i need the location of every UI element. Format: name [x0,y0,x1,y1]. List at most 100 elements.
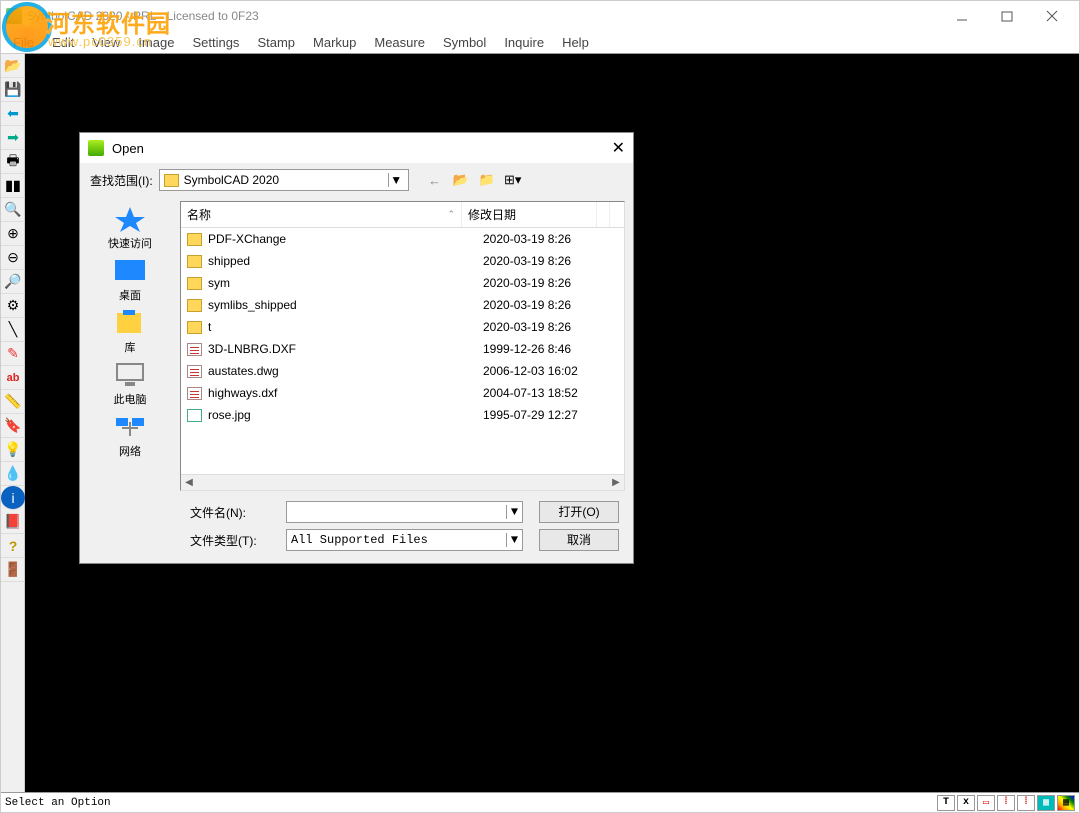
file-row[interactable]: rose.jpg1995-07-29 12:27 [181,404,624,426]
tool-exit-icon[interactable]: 🚪 [1,558,25,582]
menu-symbol[interactable]: Symbol [435,33,494,52]
file-row[interactable]: shipped2020-03-19 8:26 [181,250,624,272]
menu-settings[interactable]: Settings [184,33,247,52]
tool-zoom-fit-icon[interactable]: 🔍 [1,198,25,222]
tool-magnify-icon[interactable]: 🔎 [1,270,25,294]
tool-blackbox-icon[interactable]: ▮▮ [1,174,25,198]
dialog-icon [88,140,104,156]
document-icon [187,343,202,356]
filename-input[interactable]: ▼ [286,501,523,523]
chevron-down-icon: ▼ [388,173,404,187]
tool-save-icon[interactable]: 💾 [1,78,25,102]
status-color-icon[interactable]: ▦ [1057,795,1075,811]
tool-drop-icon[interactable]: 💧 [1,462,25,486]
cancel-button[interactable]: 取消 [539,529,619,551]
file-name: sym [181,276,477,290]
window-title: SymbolCAD 2020 - PRL - Licensed to 0F23 [27,9,939,23]
main-window: SymbolCAD 2020 - PRL - Licensed to 0F23 … [0,0,1080,813]
file-date: 2020-03-19 8:26 [477,298,612,312]
menu-inquire[interactable]: Inquire [496,33,552,52]
filetype-label: 文件类型(T): [190,532,270,549]
column-date[interactable]: 修改日期 [462,202,597,227]
drawing-canvas[interactable]: Open ✕ 查找范围(I): SymbolCAD 2020 ▼ ← 📂 📁 ⊞… [25,53,1079,792]
file-row[interactable]: highways.dxf2004-07-13 18:52 [181,382,624,404]
column-name[interactable]: 名称⌃ [181,202,462,227]
app-icon [6,8,22,24]
file-row[interactable]: t2020-03-19 8:26 [181,316,624,338]
scroll-right-icon[interactable]: ▶ [608,477,624,488]
status-text-icon[interactable]: T [937,795,955,811]
filetype-dropdown[interactable]: All Supported Files▼ [286,529,523,551]
image-icon [187,409,202,422]
file-list-header: 名称⌃ 修改日期 [181,202,624,228]
view-menu-icon[interactable]: ⊞▾ [503,170,523,190]
maximize-button[interactable] [984,1,1029,31]
menu-stamp[interactable]: Stamp [249,33,303,52]
tool-line-icon[interactable]: ╲ [1,318,25,342]
horizontal-scrollbar[interactable]: ◀ ▶ [181,474,624,490]
column-extra[interactable] [597,202,610,227]
file-row[interactable]: PDF-XChange2020-03-19 8:26 [181,228,624,250]
scroll-left-icon[interactable]: ◀ [181,477,197,488]
lookin-dropdown[interactable]: SymbolCAD 2020 ▼ [159,169,409,191]
folder-icon [187,255,202,268]
filename-label: 文件名(N): [190,504,270,521]
place-desktop[interactable]: 桌面 [112,255,148,305]
tool-arrow-left-icon[interactable]: ⬅ [1,102,25,126]
file-row[interactable]: symlibs_shipped2020-03-19 8:26 [181,294,624,316]
chevron-down-icon: ▼ [506,505,522,519]
place-thispc[interactable]: 此电脑 [112,359,148,409]
place-quickaccess[interactable]: 快速访问 [108,203,152,253]
open-button[interactable]: 打开(O) [539,501,619,523]
tool-text-icon[interactable]: ab [1,366,25,390]
file-name: shipped [181,254,477,268]
status-grid-icon[interactable]: ▦ [1037,795,1055,811]
dialog-body: 快速访问 桌面 库 此电脑 网络 名称⌃ 修改日期 PDF-XChange202… [80,197,633,495]
tool-info-icon[interactable]: i [1,486,25,510]
status-rect-icon[interactable]: ▭ [977,795,995,811]
status-snap2-icon[interactable]: ⁞ [1017,795,1035,811]
lookin-label: 查找范围(I): [90,172,153,189]
tool-light-icon[interactable]: 💡 [1,438,25,462]
menu-file[interactable]: File [5,33,42,52]
menu-help[interactable]: Help [554,33,597,52]
back-icon[interactable]: ← [425,170,445,190]
tool-pencil-icon[interactable]: ✎ [1,342,25,366]
minimize-button[interactable] [939,1,984,31]
tool-tag-icon[interactable]: 🔖 [1,414,25,438]
tool-help-icon[interactable]: ? [1,534,25,558]
tool-zoom-in-icon[interactable]: ⊕ [1,222,25,246]
chevron-down-icon: ▼ [506,533,522,547]
menu-image[interactable]: Image [130,33,182,52]
menu-measure[interactable]: Measure [366,33,433,52]
file-row[interactable]: austates.dwg2006-12-03 16:02 [181,360,624,382]
close-button[interactable] [1029,1,1074,31]
tool-arrow-right-icon[interactable]: ➡ [1,126,25,150]
file-date: 1999-12-26 8:46 [477,342,612,356]
file-name: 3D-LNBRG.DXF [181,342,477,356]
up-folder-icon[interactable]: 📂 [451,170,471,190]
places-bar: 快速访问 桌面 库 此电脑 网络 [80,197,180,495]
file-date: 2020-03-19 8:26 [477,232,612,246]
status-text: Select an Option [5,797,937,809]
status-snap-icon[interactable]: ⁞ [997,795,1015,811]
file-date: 2020-03-19 8:26 [477,254,612,268]
menubar: File Edit View Image Settings Stamp Mark… [1,31,1079,53]
tool-book-icon[interactable]: 📕 [1,510,25,534]
content-row: 📂 💾 ⬅ ➡ 🖶 ▮▮ 🔍 ⊕ ⊖ 🔎 ⚙ ╲ ✎ ab 📏 🔖 💡 💧 i … [1,53,1079,792]
new-folder-icon[interactable]: 📁 [477,170,497,190]
menu-markup[interactable]: Markup [305,33,364,52]
tool-print-icon[interactable]: 🖶 [1,150,25,174]
dialog-close-button[interactable]: ✕ [595,138,625,158]
file-row[interactable]: sym2020-03-19 8:26 [181,272,624,294]
menu-edit[interactable]: Edit [44,33,82,52]
menu-view[interactable]: View [84,33,128,52]
file-row[interactable]: 3D-LNBRG.DXF1999-12-26 8:46 [181,338,624,360]
tool-open-icon[interactable]: 📂 [1,54,25,78]
tool-symbol-icon[interactable]: ⚙ [1,294,25,318]
tool-ruler-icon[interactable]: 📏 [1,390,25,414]
tool-zoom-out-icon[interactable]: ⊖ [1,246,25,270]
place-network[interactable]: 网络 [112,411,148,461]
place-libraries[interactable]: 库 [112,307,148,357]
status-x-icon[interactable]: x [957,795,975,811]
